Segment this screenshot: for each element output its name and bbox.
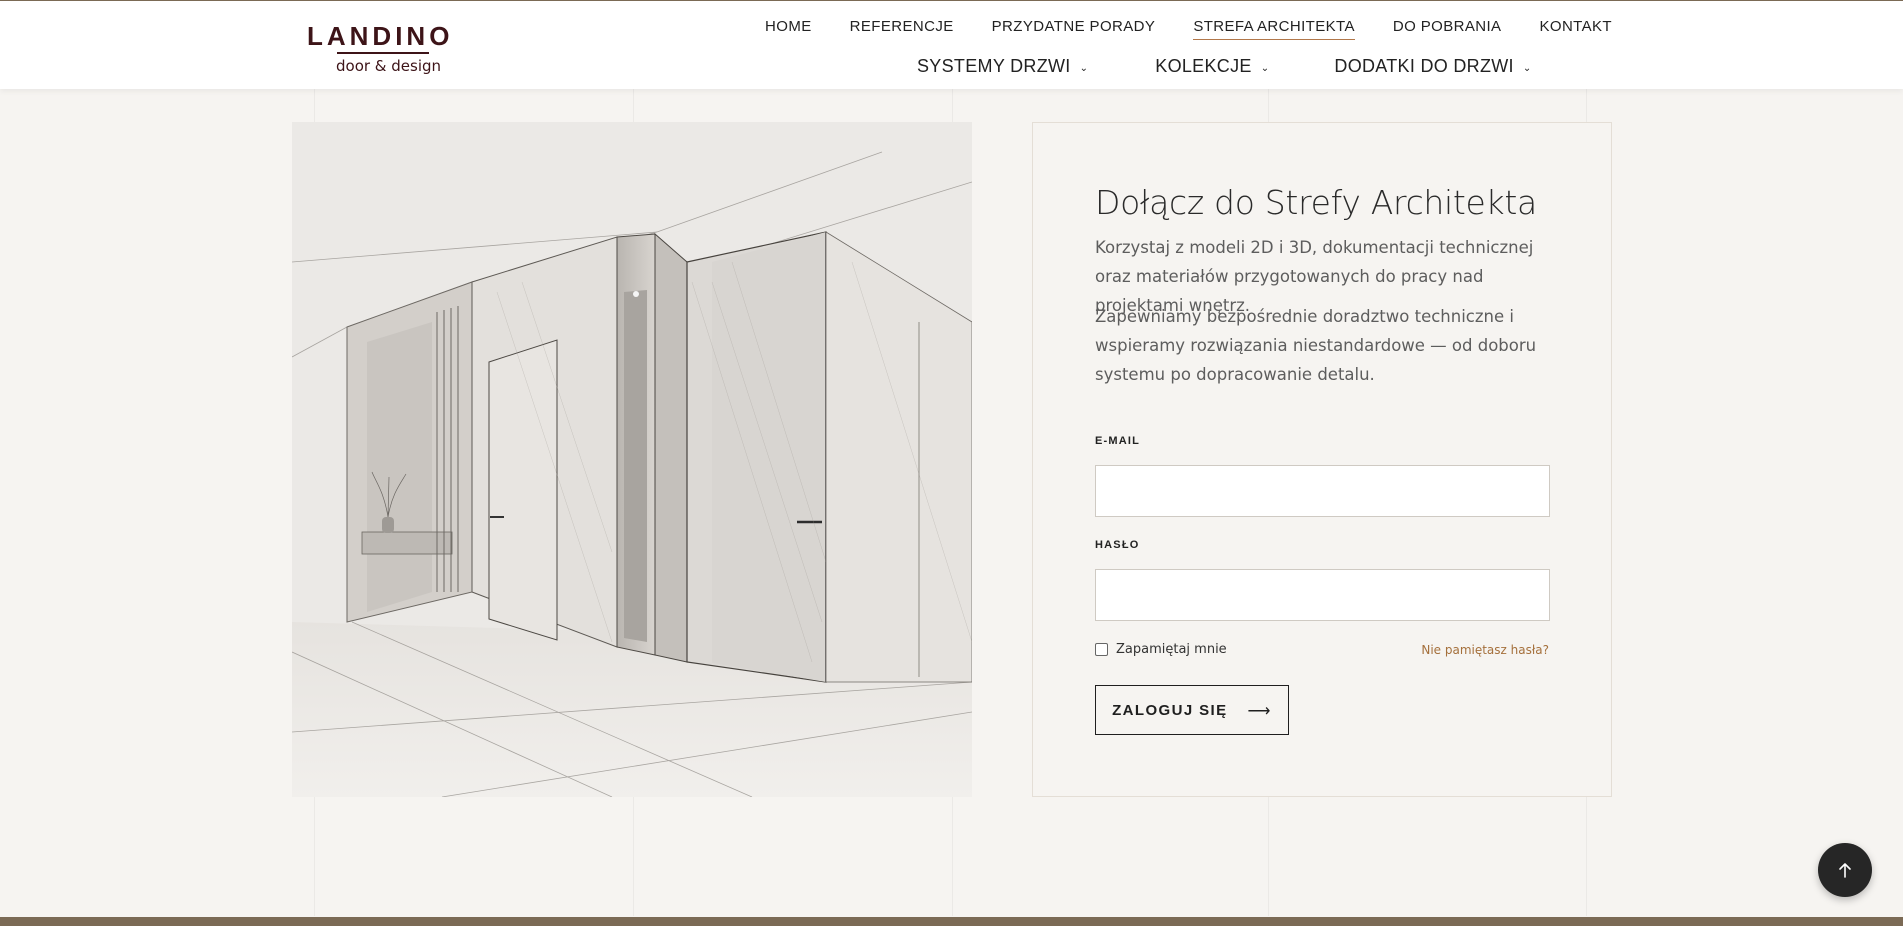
remember-me[interactable]: Zapamiętaj mnie (1095, 642, 1227, 657)
email-label: E-MAIL (1095, 435, 1141, 447)
nav-systemy-drzwi[interactable]: SYSTEMY DRZWI ⌄ (917, 56, 1088, 77)
scroll-to-top-button[interactable] (1818, 843, 1872, 897)
logo-divider (337, 52, 429, 54)
nav-home[interactable]: HOME (765, 18, 812, 40)
footer-strip (0, 917, 1903, 926)
support-paragraph: Zapewniamy bezpośrednie doradztwo techni… (1095, 307, 1537, 384)
nav-kontakt[interactable]: KONTAKT (1539, 18, 1612, 40)
chevron-down-icon: ⌄ (1522, 62, 1532, 74)
nav-referencje[interactable]: REFERENCJE (850, 18, 954, 40)
password-label: HASŁO (1095, 539, 1140, 551)
login-button-label: ZALOGUJ SIĘ (1112, 701, 1228, 719)
remember-me-label: Zapamiętaj mnie (1116, 642, 1227, 657)
arrow-right-icon: ⟶ (1247, 703, 1272, 720)
email-field[interactable] (1095, 465, 1550, 517)
brand-name: LANDINO (307, 21, 454, 51)
brand-tagline: door & design (336, 57, 442, 75)
login-button[interactable]: ZALOGUJ SIĘ ⟶ (1095, 685, 1289, 735)
main-navigation: HOME REFERENCJE PRZYDATNE PORADY STREFA … (765, 18, 1612, 40)
interior-sketch-image (292, 122, 972, 797)
nav-systemy-drzwi-label: SYSTEMY DRZWI (917, 56, 1071, 76)
page-title: Dołącz do Strefy Architekta (1095, 183, 1537, 222)
nav-kolekcje[interactable]: KOLEKCJE ⌄ (1155, 56, 1269, 77)
chevron-down-icon: ⌄ (1079, 62, 1089, 74)
remember-me-checkbox[interactable] (1095, 643, 1108, 656)
brand-logo[interactable]: LANDINO door & design (307, 21, 459, 77)
nav-strefa-architekta[interactable]: STREFA ARCHITEKTA (1193, 18, 1355, 40)
nav-kolekcje-label: KOLEKCJE (1155, 56, 1252, 76)
nav-przydatne-porady[interactable]: PRZYDATNE PORADY (992, 18, 1156, 40)
site-header: LANDINO door & design HOME REFERENCJE PR… (0, 0, 1903, 89)
nav-dodatki-do-drzwi-label: DODATKI DO DRZWI (1334, 56, 1514, 76)
nav-do-pobrania[interactable]: DO POBRANIA (1393, 18, 1502, 40)
password-field[interactable] (1095, 569, 1550, 621)
chevron-down-icon: ⌄ (1260, 62, 1270, 74)
architect-login-card: Dołącz do Strefy Architekta Korzystaj z … (1032, 122, 1612, 797)
nav-dodatki-do-drzwi[interactable]: DODATKI DO DRZWI ⌄ (1334, 56, 1531, 77)
product-navigation: SYSTEMY DRZWI ⌄ KOLEKCJE ⌄ DODATKI DO DR… (917, 56, 1532, 77)
forgot-password-link[interactable]: Nie pamiętasz hasła? (1421, 643, 1549, 657)
arrow-up-icon (1839, 863, 1851, 878)
